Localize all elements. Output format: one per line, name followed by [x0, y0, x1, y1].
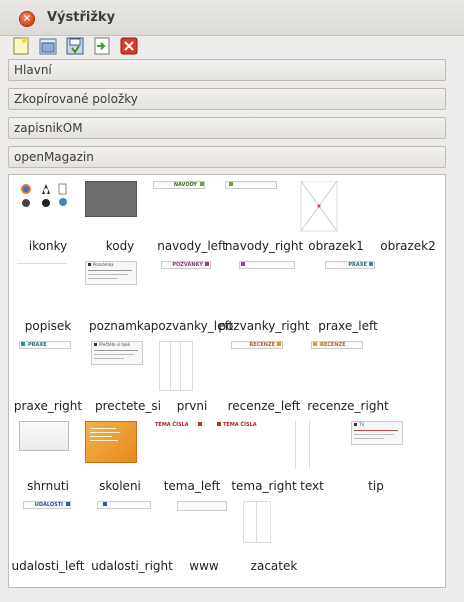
snippet-thumbnail: NAVODY: [153, 181, 231, 233]
snippet-thumbnail: [93, 501, 171, 553]
tag-preview: PRAXE: [19, 341, 71, 349]
snippet-label: recenze_left: [227, 399, 301, 413]
new-button[interactable]: [11, 36, 31, 56]
section-hlavni[interactable]: Hlavní: [8, 59, 446, 81]
tag-preview: TÉMA ČÍSLA: [223, 422, 257, 428]
snippet-thumbnail: PRAXE: [309, 261, 387, 313]
snippet-thumbnail: [81, 421, 159, 473]
snippet-thumbnail: [297, 180, 375, 233]
delete-button[interactable]: [119, 36, 139, 56]
note-preview: Poznámka: [93, 262, 114, 267]
bar-preview: [239, 261, 295, 269]
export-button[interactable]: [92, 36, 112, 56]
training-preview: [85, 421, 137, 463]
section-openmagazin[interactable]: openMagazin: [8, 146, 446, 168]
snippet-thumbnail: POZVÁNKY: [153, 261, 231, 313]
tag-preview: RECENZE: [311, 341, 363, 349]
window-title: Výstřižky: [47, 10, 116, 25]
section-zkopirovane[interactable]: Zkopírované položky: [8, 88, 446, 110]
code-preview: [85, 181, 137, 217]
save-button[interactable]: [65, 36, 85, 56]
tag-preview: UDÁLOSTI: [23, 501, 71, 509]
tag-preview: NAVODY: [153, 181, 205, 189]
snippet-item[interactable]: zacatek: [235, 495, 313, 575]
snippet-thumbnail: [369, 181, 447, 233]
close-button[interactable]: ×: [19, 11, 35, 27]
tip-preview: TV: [359, 422, 365, 427]
tag-preview: PRAXE: [325, 261, 375, 269]
snippet-thumbnail: [9, 261, 87, 313]
snippet-item[interactable]: TV tip: [337, 415, 415, 495]
icons-preview-icon: [21, 183, 67, 207]
snippet-item[interactable]: PRAXE praxe_left: [309, 255, 387, 335]
delete-icon: [120, 37, 138, 55]
snippet-thumbnail: [9, 181, 87, 233]
section-zapisnikom[interactable]: zapisnikOM: [8, 117, 446, 139]
read-also-preview: Přečtěte si také: [99, 342, 131, 347]
snippet-thumbnail: [153, 341, 231, 393]
snippet-thumbnail: [81, 181, 159, 233]
snippet-thumbnail: [225, 181, 303, 233]
snippet-item[interactable]: RECENZE recenze_left: [225, 335, 303, 415]
snippets-window: × Výstřižky Hlavní Zkopírované položky z…: [0, 0, 464, 602]
snippet-label: zacatek: [250, 559, 298, 573]
snippet-label: tip: [368, 479, 384, 493]
bar-preview: [177, 501, 227, 511]
summary-preview: [19, 421, 69, 451]
close-icon: ×: [22, 13, 32, 24]
snippets-grid: ikonky kody NAVODY navody_left navody_ri…: [8, 174, 446, 588]
snippet-thumbnail: UDÁLOSTI: [9, 501, 87, 553]
new-icon: [13, 37, 29, 55]
title-bar: × Výstřižky: [0, 0, 464, 36]
snippet-thumbnail: [235, 501, 313, 553]
snippet-thumbnail: Poznámka: [81, 261, 159, 313]
snippet-thumbnail: TÉMA ČÍSLA: [153, 421, 231, 473]
snippet-label: udalosti_left: [11, 559, 85, 573]
open-button[interactable]: [38, 36, 58, 56]
snippet-item[interactable]: obrazek2: [369, 175, 447, 255]
snippet-item[interactable]: pozvanky_right: [218, 255, 310, 335]
snippet-thumbnail: [9, 421, 87, 473]
snippet-label: pozvanky_right: [218, 319, 310, 333]
save-icon: [66, 37, 84, 55]
export-icon: [94, 37, 110, 55]
snippet-thumbnail: TV: [337, 421, 415, 473]
snippet-thumbnail: PRAXE: [9, 341, 87, 393]
snippet-label: praxe_left: [318, 319, 378, 333]
tag-preview: RECENZE: [231, 341, 283, 349]
snippet-thumbnail: [225, 261, 303, 313]
snippet-thumbnail: RECENZE: [309, 341, 387, 393]
tag-preview: POZVÁNKY: [161, 261, 211, 269]
snippet-thumbnail: [165, 501, 243, 553]
snippet-item[interactable]: UDÁLOSTI udalosti_left: [9, 495, 87, 575]
snippet-item[interactable]: PRAXE praxe_right: [9, 335, 87, 415]
snippet-label: recenze_right: [307, 399, 389, 413]
snippet-thumbnail: RECENZE: [225, 341, 303, 393]
snippet-item[interactable]: RECENZE recenze_right: [307, 335, 389, 415]
snippet-label: obrazek2: [380, 239, 436, 253]
open-icon: [39, 38, 57, 55]
image-placeholder-icon: [300, 180, 338, 232]
